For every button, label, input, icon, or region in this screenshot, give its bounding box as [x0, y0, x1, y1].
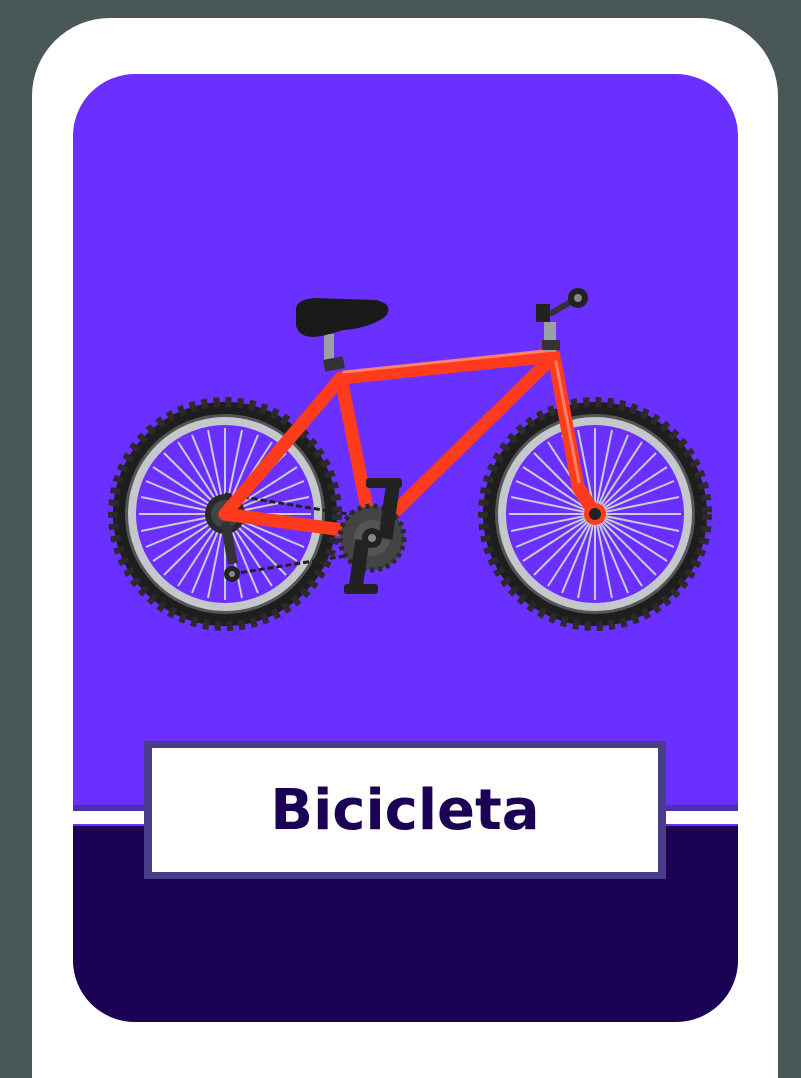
bike-handlebar [536, 288, 588, 352]
bike-crankset [337, 478, 407, 594]
rear-hub [219, 508, 231, 520]
word-label: Bicicleta [270, 777, 540, 843]
front-hub [584, 503, 606, 525]
word-label-box: Bicicleta [144, 741, 666, 879]
bicycle-icon [108, 288, 714, 638]
word-label-inner: Bicicleta [152, 748, 658, 872]
bike-seat [295, 298, 389, 372]
